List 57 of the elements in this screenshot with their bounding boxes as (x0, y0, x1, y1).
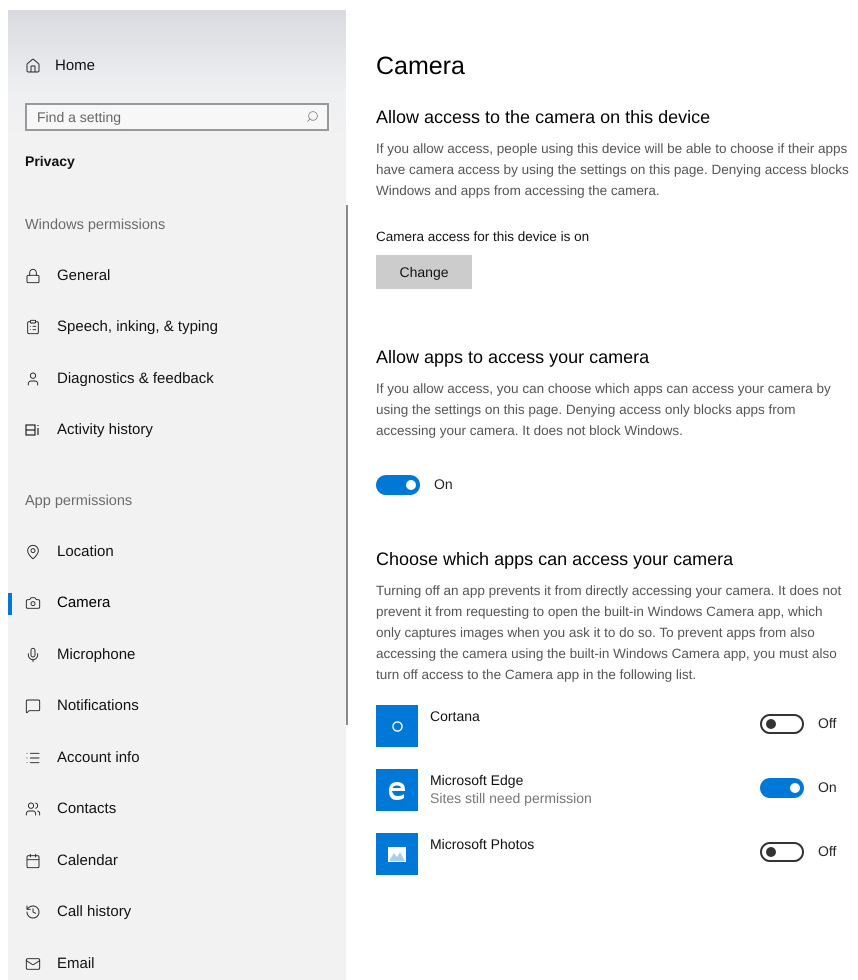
nav-item[interactable]: Microphone (8, 644, 136, 666)
history-icon (25, 904, 41, 920)
calendar-icon (25, 852, 41, 869)
toggle-switch[interactable] (760, 842, 804, 862)
clipboard-icon (25, 319, 41, 336)
nav-item[interactable]: Activity history (8, 419, 153, 442)
home-icon (25, 58, 41, 74)
home-nav-item[interactable]: Home (8, 40, 346, 92)
nav-item[interactable]: Account info (8, 746, 140, 769)
camera-icon (25, 595, 41, 612)
nav-item[interactable]: Speech, inking, & typing (8, 316, 218, 338)
nav-item[interactable]: Location (8, 540, 114, 563)
section-description: If you allow access, people using this device will be able to choose if their apps have camera access by using the settings on this page. Denying access blocks Windows and apps from accessing the camera. (376, 140, 850, 200)
nav-item[interactable]: General (8, 264, 110, 287)
section-heading: Allow access to the camera on this device (376, 106, 712, 129)
toggle-label: Off (818, 714, 836, 733)
nav-item[interactable]: Notifications (8, 695, 139, 718)
toggle-switch[interactable] (760, 778, 804, 798)
section-description: If you allow access, you can choose which apps can access your camera by using the settings on this page. Denying access only blocks apps from accessing your camera. It does not block Windows. (376, 380, 832, 440)
people-icon (25, 801, 41, 818)
page-title: Camera (376, 51, 466, 82)
nav-item[interactable]: Diagnostics & feedback (8, 368, 214, 390)
toggle-switch[interactable] (760, 714, 804, 734)
nav-item[interactable]: Email (8, 952, 95, 975)
app-tile-icon (376, 769, 418, 811)
app-subtitle: Sites still need permission (430, 789, 593, 807)
group-heading: Windows permissions (24, 216, 166, 236)
section-description: Turning off an app prevents it from directly accessing your camera. It does not prevent it from requesting to open the built-in Windows Camera app, which only captures images when you ask it to do so. To prevent apps from also accessing the camera using the built-in Windows Camera app, you must also turn off access to the Camera app in the following list. (376, 582, 842, 684)
section-title: Privacy (24, 152, 76, 171)
nav-item[interactable]: Calendar (8, 850, 118, 872)
status-text: Camera access for this device is on (376, 228, 590, 246)
activity-icon (25, 422, 41, 438)
section-heading: Allow apps to access your camera (376, 346, 650, 369)
toggle-label: Off (818, 842, 836, 861)
toggle-label: On (434, 475, 453, 494)
nav-item[interactable]: Call history (8, 901, 132, 924)
search-icon (306, 110, 319, 123)
app-tile-icon (376, 705, 418, 747)
scrollbar-thumb[interactable] (346, 205, 348, 725)
search-field[interactable]: Find a setting (25, 103, 329, 131)
location-pin-icon (25, 544, 41, 560)
change-button[interactable]: Change (376, 255, 472, 289)
app-name: Microsoft Edge (430, 771, 524, 789)
microphone-icon (25, 646, 41, 663)
speech-bubble-icon (25, 698, 41, 714)
lock-icon (25, 268, 41, 284)
envelope-icon (25, 956, 41, 972)
app-name: Cortana (430, 707, 481, 725)
group-heading: App permissions (24, 492, 134, 512)
toggle-switch[interactable] (376, 474, 420, 494)
person-icon (25, 370, 41, 387)
app-name: Microsoft Photos (430, 835, 536, 853)
toggle-label: On (818, 778, 837, 797)
section-heading: Choose which apps can access your camera (376, 548, 734, 571)
nav-item[interactable]: Camera (8, 592, 110, 614)
nav-item[interactable]: Contacts (8, 798, 116, 820)
app-tile-icon (376, 833, 418, 875)
